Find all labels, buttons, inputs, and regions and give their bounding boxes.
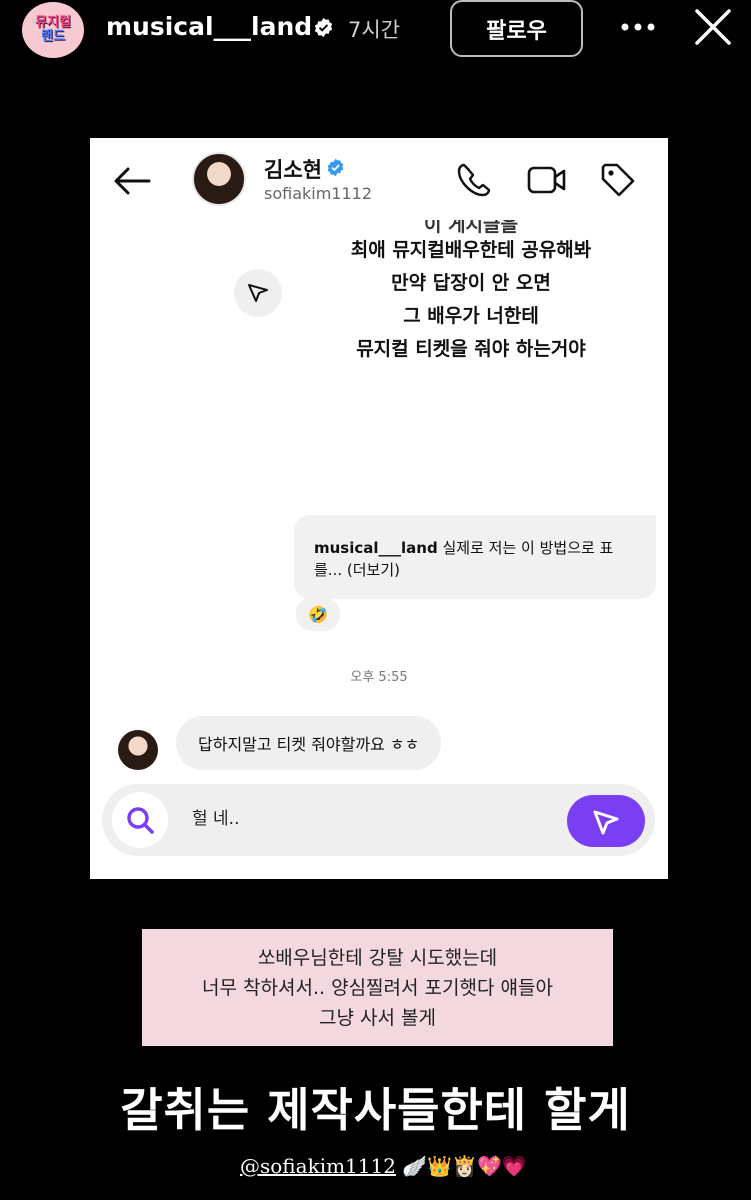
message-avatar [118,730,158,770]
reply-username: musical___land [314,539,438,557]
message-input[interactable] [192,806,552,826]
avatar[interactable]: 뮤지컬 랜드 [22,2,84,58]
post-line: 이 게시글을 [423,220,518,234]
message-timestamp: 오후 5:55 [350,670,408,685]
avatar-logo-line1: 뮤지컬 [35,15,71,30]
post-line: 만약 답장이 안 오면 [391,272,551,294]
reaction-emoji[interactable]: 🤣 [296,597,340,631]
story-header: 뮤지컬 랜드 musical___land 7시간 팔로우 [0,0,751,60]
post-line: 그 배우가 너한테 [403,305,539,327]
mention-handle[interactable]: @sofiakim1112 [240,1154,396,1178]
reply-card[interactable]: musical___land 실제로 저는 이 방법으로 표를... (더보기) [294,515,656,599]
message-bubble[interactable]: 답하지말고 티켓 줘야할까요 ㅎㅎ [176,716,442,770]
verified-icon [327,158,344,177]
more-icon[interactable] [618,14,658,40]
story-big-text: 갈취는 제작사들한테 할게 [120,1083,631,1137]
message-composer [102,784,655,856]
caption-line: 쏘배우님한테 강탈 시도했는데 [257,947,498,969]
share-icon[interactable] [234,269,282,317]
story-username[interactable]: musical___land [106,12,312,41]
shared-post[interactable]: 이 게시글을 최애 뮤지컬배우한테 공유해봐 만약 답장이 안 오면 그 배우가… [306,220,636,366]
phone-icon[interactable] [456,162,492,198]
send-icon [248,284,268,302]
verified-icon [314,17,333,38]
send-button[interactable] [567,795,645,847]
post-line: 최애 뮤지컬배우한테 공유해봐 [350,239,592,261]
tag-icon[interactable] [600,162,636,198]
caption-line: 너무 착하셔서.. 양심찔려서 포기햇다 얘들아 [202,977,553,999]
close-icon[interactable] [694,8,732,46]
mention-emojis: 🪽👑👸🏻💖💗 [402,1154,527,1178]
dm-handle: sofiakim1112 [264,184,373,203]
reply-text: musical___land 실제로 저는 이 방법으로 표를... (더보기) [314,537,636,581]
caption-line: 그냥 사서 볼게 [319,1007,436,1029]
post-line: 뮤지컬 티켓을 줘야 하는거야 [356,338,586,360]
story-caption: 쏘배우님한테 강탈 시도했는데 너무 착하셔서.. 양심찔려서 포기햇다 얘들아… [142,929,613,1046]
follow-button[interactable]: 팔로우 [450,0,583,57]
search-button[interactable] [112,792,168,848]
dm-name: 김소현 [264,158,322,182]
dm-avatar[interactable] [192,152,246,206]
back-arrow-icon[interactable] [112,166,152,196]
video-icon[interactable] [527,164,567,196]
search-icon [127,807,154,834]
story-time: 7시간 [348,18,401,42]
dm-screenshot: 김소현 sofiakim1112 이 게시글을 최애 뮤지컬배우한테 공유해봐 … [90,138,668,879]
mention-sticker[interactable]: @sofiakim1112 🪽👑👸🏻💖💗 [240,1154,527,1178]
send-icon [593,810,619,835]
avatar-logo-line2: 랜드 [41,29,65,44]
